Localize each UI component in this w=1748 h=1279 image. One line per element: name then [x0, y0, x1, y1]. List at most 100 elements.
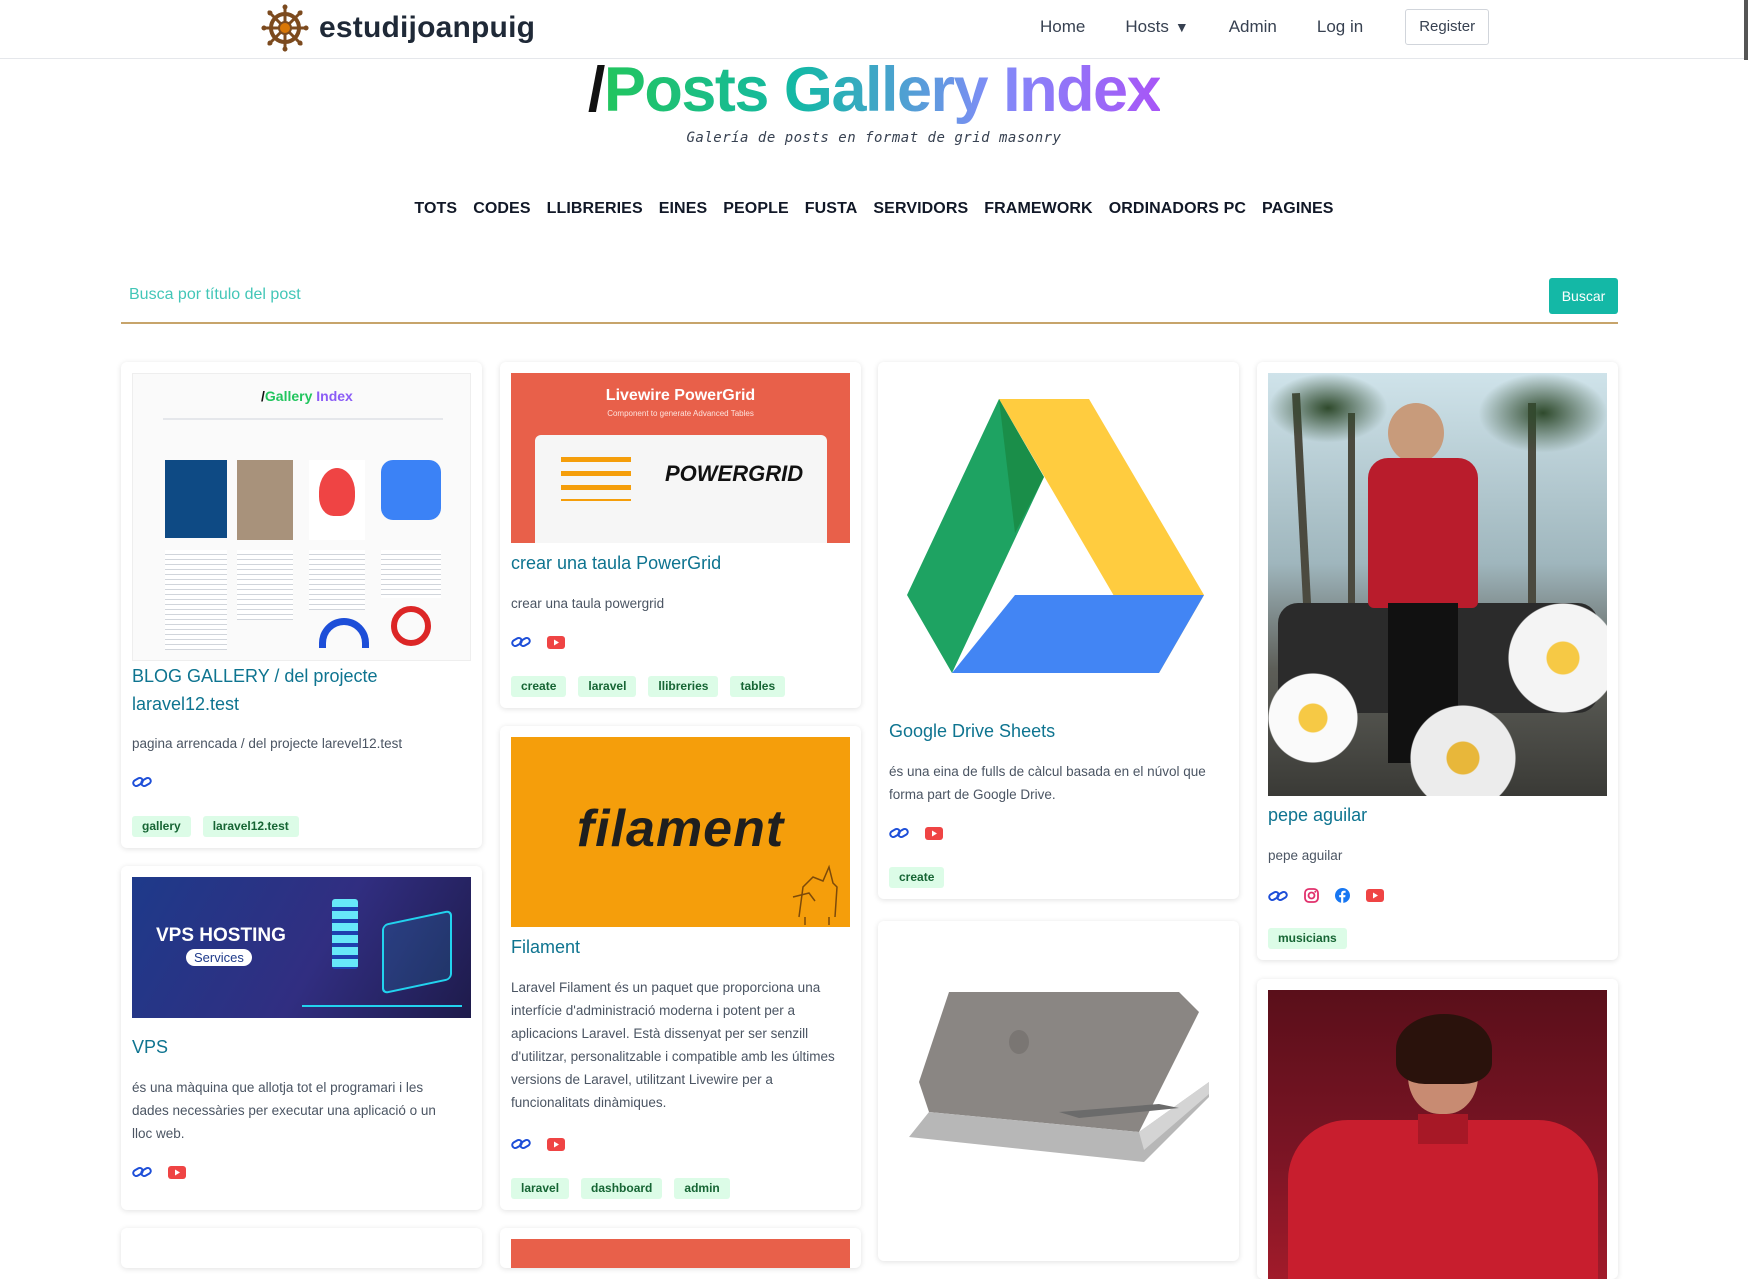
post-card[interactable]: filament Filament Laravel Filament és un…: [500, 726, 861, 1210]
google-drive-logo-icon: [907, 399, 1204, 673]
page-title: /Posts Gallery Index: [0, 52, 1748, 128]
thumb-heading: VPS HOSTING: [156, 925, 286, 946]
post-links: [511, 1137, 565, 1151]
title-text: Posts Gallery Index: [603, 55, 1162, 125]
youtube-icon[interactable]: [1366, 889, 1384, 902]
post-thumbnail[interactable]: [1268, 373, 1607, 796]
category-eines[interactable]: EINES: [659, 200, 708, 218]
tag-create[interactable]: create: [511, 676, 567, 697]
post-card[interactable]: [500, 1228, 861, 1268]
top-navbar: estudijoanpuig Home Hosts ▼ Admin Log in …: [0, 0, 1748, 60]
laptop-image-icon: [909, 992, 1209, 1162]
category-servidors[interactable]: SERVIDORS: [873, 200, 968, 218]
category-framework[interactable]: FRAMEWORK: [984, 200, 1092, 218]
tag-musicians[interactable]: musicians: [1268, 928, 1347, 949]
link-icon[interactable]: [1268, 889, 1288, 903]
category-people[interactable]: PEOPLE: [723, 200, 789, 218]
facebook-icon[interactable]: [1335, 888, 1350, 903]
nav-admin-link[interactable]: Admin: [1229, 10, 1277, 44]
category-tots[interactable]: TOTS: [414, 200, 457, 218]
scrollbar[interactable]: [1744, 0, 1748, 60]
link-icon[interactable]: [132, 1165, 152, 1179]
category-codes[interactable]: CODES: [473, 200, 530, 218]
post-thumbnail[interactable]: filament: [511, 737, 850, 927]
post-title[interactable]: Filament: [511, 933, 851, 961]
thumb-subheading: Component to generate Advanced Tables: [607, 409, 754, 418]
title-slash: /: [587, 55, 606, 125]
tag-gallery[interactable]: gallery: [132, 816, 191, 837]
post-title[interactable]: BLOG GALLERY / del projecte laravel12.te…: [132, 662, 432, 718]
post-description: Laravel Filament és un paquet que propor…: [511, 980, 835, 1110]
search-input[interactable]: [129, 286, 1429, 304]
tag-laravel[interactable]: laravel: [511, 1178, 570, 1199]
post-thumbnail[interactable]: VPS HOSTING Services: [132, 877, 471, 1018]
nav-hosts-dropdown[interactable]: Hosts ▼: [1125, 10, 1188, 44]
link-icon[interactable]: [889, 826, 909, 840]
tag-dashboard[interactable]: dashboard: [581, 1178, 663, 1199]
caret-down-icon: ▼: [1174, 19, 1189, 35]
post-tags: gallery laravel12.test: [132, 816, 299, 837]
tag-llibreries[interactable]: llibreries: [648, 676, 719, 697]
tag-create[interactable]: create: [889, 867, 945, 888]
post-links: [1268, 888, 1384, 903]
search-bar: Buscar: [121, 276, 1618, 324]
tag-laravel12-test[interactable]: laravel12.test: [202, 816, 299, 837]
nav-home-link[interactable]: Home: [1040, 10, 1085, 44]
top-nav: Home Hosts ▼ Admin Log in Register: [1040, 9, 1490, 45]
post-links: [132, 775, 152, 789]
post-title[interactable]: Google Drive Sheets: [889, 717, 1229, 745]
register-button[interactable]: Register: [1405, 9, 1490, 45]
post-thumbnail[interactable]: [1268, 990, 1607, 1279]
link-icon[interactable]: [132, 775, 152, 789]
category-nav: TOTS CODES LLIBRERIES EINES PEOPLE FUSTA…: [0, 200, 1748, 218]
post-card[interactable]: Google Drive Sheets és una eina de fulls…: [878, 362, 1239, 899]
post-card[interactable]: [1257, 979, 1618, 1279]
post-description: crear una taula powergrid: [511, 596, 665, 611]
thumb-logo: POWERGRID: [665, 461, 804, 486]
youtube-icon[interactable]: [547, 635, 565, 649]
page-subtitle: Galería de posts en format de grid mason…: [686, 130, 1062, 146]
brand[interactable]: estudijoanpuig: [261, 4, 535, 52]
post-links: [132, 1165, 186, 1179]
tag-tables[interactable]: tables: [730, 676, 786, 697]
post-thumbnail[interactable]: Livewire PowerGrid Component to generate…: [511, 373, 850, 543]
category-fusta[interactable]: FUSTA: [805, 200, 858, 218]
post-description: és una màquina que allotja tot el progra…: [132, 1080, 436, 1141]
tag-admin[interactable]: admin: [674, 1178, 730, 1199]
post-thumbnail[interactable]: /Gallery Index: [132, 373, 471, 661]
post-thumbnail[interactable]: [889, 373, 1228, 712]
post-thumbnail[interactable]: [889, 932, 1228, 1232]
tag-laravel[interactable]: laravel: [578, 676, 637, 697]
nav-login-link[interactable]: Log in: [1317, 10, 1363, 44]
post-links: [511, 635, 565, 649]
thumb-mini-title-icon: /Gallery Index: [261, 388, 353, 404]
thumb-heading: Livewire PowerGrid: [605, 387, 756, 404]
cat-doodle-icon: [792, 864, 838, 925]
post-card[interactable]: Livewire PowerGrid Component to generate…: [500, 362, 861, 708]
post-title[interactable]: pepe aguilar: [1268, 801, 1608, 829]
link-icon[interactable]: [511, 635, 531, 649]
post-card[interactable]: /Gallery Index BLOG GALLERY / del projec…: [121, 362, 482, 848]
search-button[interactable]: Buscar: [1549, 278, 1618, 314]
post-card[interactable]: [878, 921, 1239, 1261]
instagram-icon[interactable]: [1304, 888, 1319, 903]
post-card[interactable]: VPS HOSTING Services VPS és una màquina …: [121, 866, 482, 1210]
post-description: pepe aguilar: [1268, 848, 1343, 863]
brand-name: estudijoanpuig: [319, 11, 536, 44]
post-title[interactable]: crear una taula PowerGrid: [511, 549, 851, 577]
post-title[interactable]: VPS: [132, 1033, 472, 1061]
category-pagines[interactable]: PAGINES: [1262, 200, 1334, 218]
post-thumbnail[interactable]: [511, 1239, 850, 1268]
post-card[interactable]: [121, 1228, 482, 1268]
youtube-icon[interactable]: [168, 1165, 186, 1179]
link-icon[interactable]: [511, 1137, 531, 1151]
ship-wheel-logo-icon: [261, 4, 309, 52]
post-tags: create laravel llibreries tables: [511, 676, 786, 697]
category-ordinadors-pc[interactable]: ORDINADORS PC: [1109, 200, 1246, 218]
post-tags: laravel dashboard admin: [511, 1178, 730, 1199]
post-links: [889, 826, 943, 840]
youtube-icon[interactable]: [925, 826, 943, 840]
category-llibreries[interactable]: LLIBRERIES: [547, 200, 643, 218]
youtube-icon[interactable]: [547, 1137, 565, 1151]
post-card[interactable]: pepe aguilar pepe aguilar musicians: [1257, 362, 1618, 960]
